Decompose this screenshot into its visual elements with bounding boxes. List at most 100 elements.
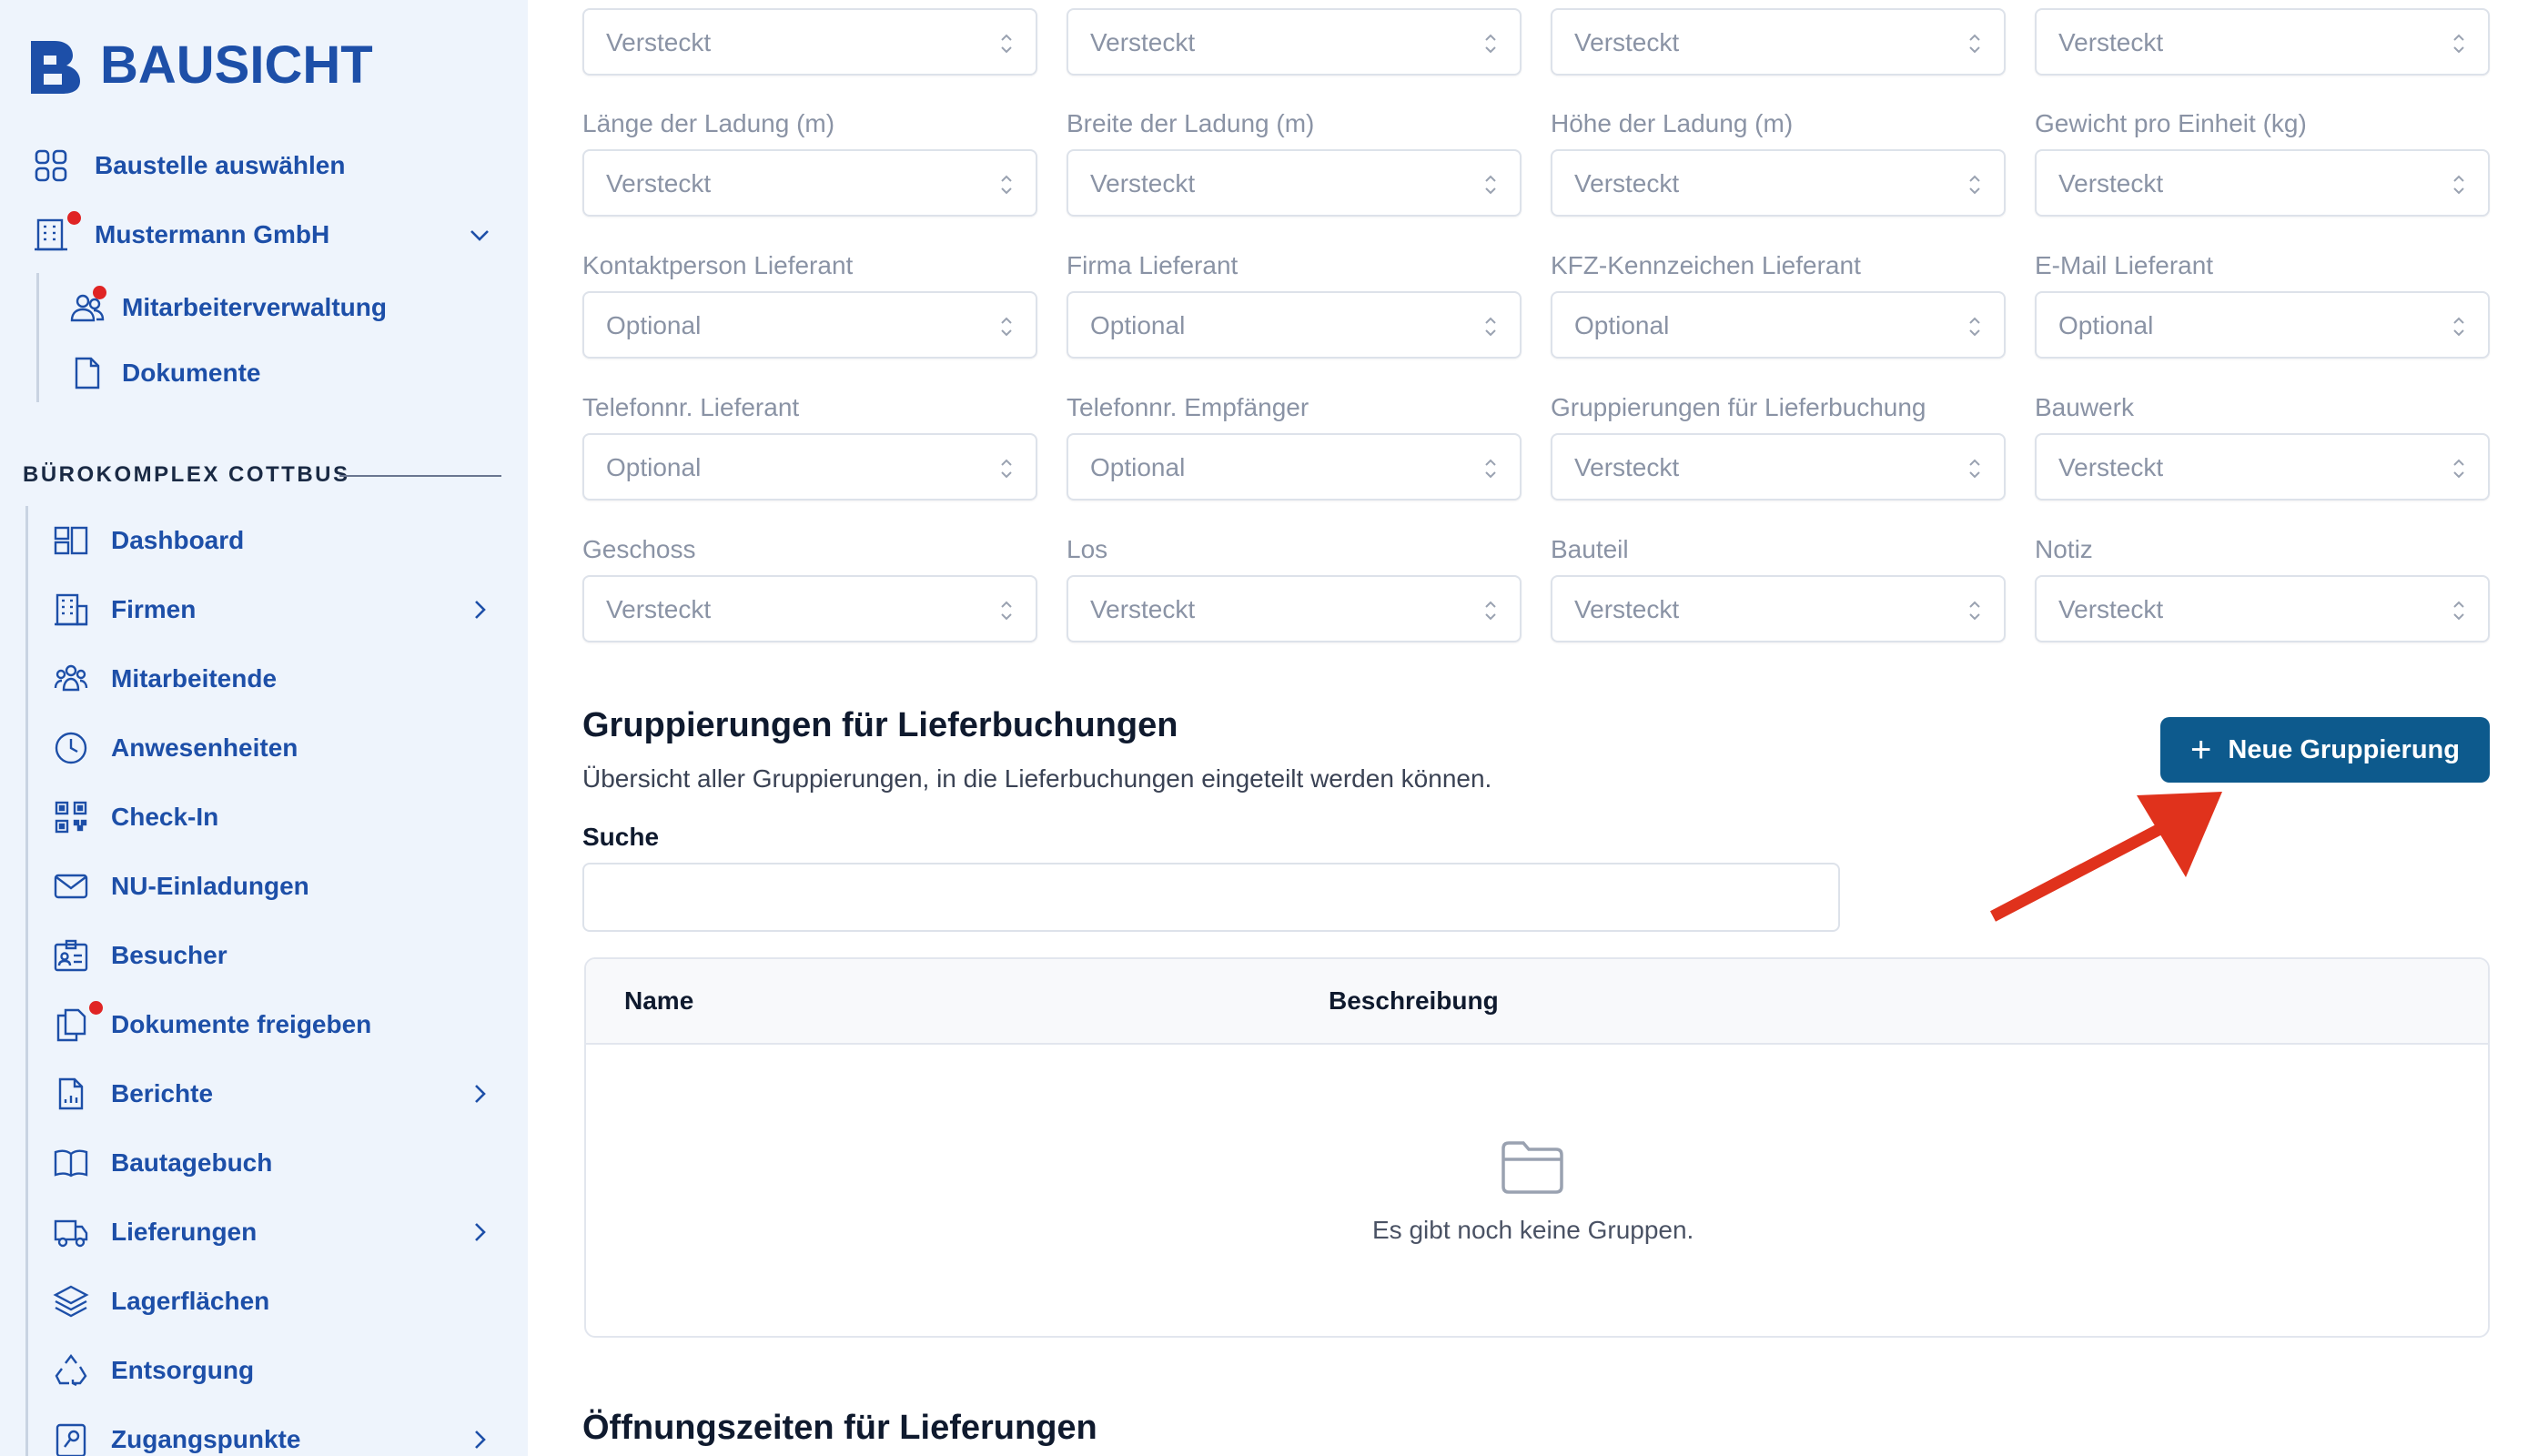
notification-dot xyxy=(89,1001,103,1015)
select-value: Versteckt xyxy=(1574,28,1680,56)
select-floor[interactable]: Versteckt xyxy=(582,575,1037,642)
search-label: Suche xyxy=(582,823,660,851)
sidebar-item-dashboard[interactable]: Dashboard xyxy=(51,521,244,561)
select-lot[interactable]: Versteckt xyxy=(1067,575,1522,642)
brand-logo[interactable]: BAUSICHT xyxy=(27,35,373,96)
updown-chevron-icon xyxy=(2453,175,2464,195)
sidebar-item-label: Baustelle auswählen xyxy=(95,151,346,179)
select-supplier-phone[interactable]: Optional xyxy=(582,433,1037,500)
plus-icon: + xyxy=(2190,730,2212,770)
updown-chevron-icon xyxy=(1001,175,1012,195)
select-value: Optional xyxy=(1090,311,1186,339)
field-label: Telefonnr. Lieferant xyxy=(582,393,800,421)
sidebar-item-access-points[interactable]: Zugangspunkte xyxy=(51,1420,300,1456)
field-label: Breite der Ladung (m) xyxy=(1067,109,1315,137)
select-hidden-field[interactable]: Versteckt xyxy=(1067,8,1522,76)
sidebar-item-reports[interactable]: Berichte xyxy=(51,1074,213,1114)
updown-chevron-icon xyxy=(1969,317,1980,337)
field-label: Firma Lieferant xyxy=(1067,251,1239,279)
select-value: Versteckt xyxy=(1574,453,1680,481)
grid-icon xyxy=(31,146,71,186)
chevron-right-icon[interactable] xyxy=(466,596,493,623)
select-unit-weight[interactable]: Versteckt xyxy=(2035,149,2490,217)
select-supplier-company[interactable]: Optional xyxy=(1067,291,1522,359)
select-hidden-field[interactable]: Versteckt xyxy=(1551,8,2006,76)
sidebar-item-company[interactable]: Mustermann GmbH xyxy=(31,211,330,255)
groupings-title: Gruppierungen für Lieferbuchungen xyxy=(582,706,1178,744)
sidebar-item-label: Mitarbeitende xyxy=(111,664,278,693)
select-load-width[interactable]: Versteckt xyxy=(1067,149,1522,217)
field-label: Gruppierungen für Lieferbuchung xyxy=(1551,393,1926,421)
select-component[interactable]: Versteckt xyxy=(1551,575,2006,642)
sidebar-item-label: Bautagebuch xyxy=(111,1148,273,1177)
qr-code-icon xyxy=(51,797,91,837)
select-supplier-contact[interactable]: Optional xyxy=(582,291,1037,359)
updown-chevron-icon xyxy=(1969,459,1980,479)
sidebar-item-select-site[interactable]: Baustelle auswählen xyxy=(31,146,345,186)
sidebar-item-deliveries[interactable]: Lieferungen xyxy=(51,1212,257,1252)
select-value: Versteckt xyxy=(1090,169,1196,197)
section-line xyxy=(25,506,28,1456)
updown-chevron-icon xyxy=(2453,459,2464,479)
building-icon xyxy=(51,590,91,630)
dashboard-icon xyxy=(51,521,91,561)
sidebar-item-disposal[interactable]: Entsorgung xyxy=(51,1350,254,1390)
recycle-icon xyxy=(51,1350,91,1390)
sidebar-item-construction-diary[interactable]: Bautagebuch xyxy=(51,1143,272,1183)
sidebar-item-storage-areas[interactable]: Lagerflächen xyxy=(51,1281,269,1321)
sidebar-item-label: Dokumente xyxy=(122,359,261,387)
select-recipient-phone[interactable]: Optional xyxy=(1067,433,1522,500)
field-label: Notiz xyxy=(2035,535,2093,563)
sidebar-item-companies[interactable]: Firmen xyxy=(51,590,196,630)
search-input[interactable] xyxy=(582,863,1840,932)
sidebar-item-visitors[interactable]: Besucher xyxy=(51,935,228,976)
chevron-right-icon[interactable] xyxy=(466,1080,493,1107)
select-note[interactable]: Versteckt xyxy=(2035,575,2490,642)
sidebar-item-label: Mitarbeiterverwaltung xyxy=(122,293,387,321)
empty-state-text: Es gibt noch keine Gruppen. xyxy=(1372,1216,1694,1244)
sidebar-item-check-in[interactable]: Check-In xyxy=(51,797,218,837)
sidebar-item-documents[interactable]: Dokumente xyxy=(67,353,260,393)
select-value: Optional xyxy=(2058,311,2154,339)
updown-chevron-icon xyxy=(1969,601,1980,621)
select-load-height[interactable]: Versteckt xyxy=(1551,149,2006,217)
select-structure[interactable]: Versteckt xyxy=(2035,433,2490,500)
access-icon xyxy=(51,1420,91,1456)
sidebar-item-employees[interactable]: Mitarbeitende xyxy=(51,659,277,699)
sidebar-item-release-documents[interactable]: Dokumente freigeben xyxy=(51,1001,372,1045)
sidebar-item-label: Dokumente freigeben xyxy=(111,1010,372,1038)
select-delivery-grouping[interactable]: Versteckt xyxy=(1551,433,2006,500)
notification-dot xyxy=(93,286,106,299)
field-label: Gewicht pro Einheit (kg) xyxy=(2035,109,2307,137)
updown-chevron-icon xyxy=(1485,601,1496,621)
select-supplier-license-plate[interactable]: Optional xyxy=(1551,291,2006,359)
sidebar-item-label: Mustermann GmbH xyxy=(95,220,330,248)
field-label: Kontaktperson Lieferant xyxy=(582,251,854,279)
select-value: Versteckt xyxy=(1090,28,1196,56)
groupings-description: Übersicht aller Gruppierungen, in die Li… xyxy=(582,764,1492,793)
select-load-length[interactable]: Versteckt xyxy=(582,149,1037,217)
new-grouping-button[interactable]: + Neue Gruppierung xyxy=(2160,717,2490,783)
select-hidden-field[interactable]: Versteckt xyxy=(2035,8,2490,76)
sidebar-item-subcontractor-invites[interactable]: NU-Einladungen xyxy=(51,866,309,906)
section-title: BÜROKOMPLEX COTTBUS xyxy=(23,462,350,487)
sidebar: BAUSICHT Baustelle auswählen Mustermann … xyxy=(0,0,528,1456)
sidebar-item-employee-management[interactable]: Mitarbeiterverwaltung xyxy=(67,286,387,328)
updown-chevron-icon xyxy=(1001,601,1012,621)
column-header-description[interactable]: Beschreibung xyxy=(1329,986,1499,1016)
document-icon xyxy=(67,353,107,393)
users-icon xyxy=(67,286,107,328)
chevron-right-icon[interactable] xyxy=(466,1218,493,1246)
notification-dot xyxy=(67,211,81,225)
select-supplier-email[interactable]: Optional xyxy=(2035,291,2490,359)
chevron-right-icon[interactable] xyxy=(466,1426,493,1453)
sidebar-item-attendance[interactable]: Anwesenheiten xyxy=(51,728,298,768)
select-value: Versteckt xyxy=(2058,595,2164,623)
chevron-down-icon[interactable] xyxy=(466,221,493,248)
new-grouping-label: Neue Gruppierung xyxy=(2228,734,2460,764)
id-badge-icon xyxy=(51,935,91,976)
field-label: Bauteil xyxy=(1551,535,1629,563)
select-hidden-field[interactable]: Versteckt xyxy=(582,8,1037,76)
column-header-name[interactable]: Name xyxy=(624,986,693,1016)
select-value: Optional xyxy=(1090,453,1186,481)
